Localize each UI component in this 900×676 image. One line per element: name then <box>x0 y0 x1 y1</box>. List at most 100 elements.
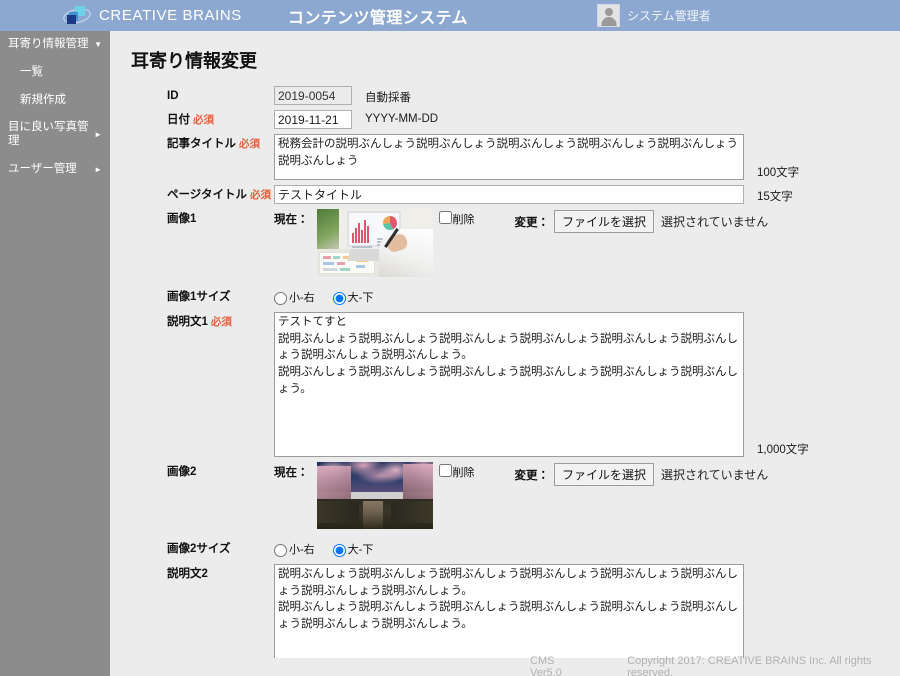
user-name-label: システム管理者 <box>627 9 711 23</box>
label-image2-size: 画像2サイズ <box>167 539 274 556</box>
user-avatar-icon <box>597 4 620 27</box>
image1-delete-checkbox[interactable] <box>438 211 452 224</box>
form-row-article-title: 記事タイトル 必須 税務会計の説明ぶんしょう説明ぶんしょう説明ぶんしょう説明ぶんし… <box>110 134 900 180</box>
image1-choose-file-button[interactable]: ファイルを選択 <box>554 210 655 233</box>
image2-current-label: 現在： <box>274 467 309 479</box>
image1-size-label-small: 小-右 <box>289 292 315 304</box>
image2-file-status: 選択されていません <box>661 468 769 482</box>
form-row-date: 日付必須 YYYY-MM-DD <box>110 110 900 129</box>
chevron-right-icon: ► <box>94 130 102 140</box>
image2-choose-file-button[interactable]: ファイルを選択 <box>554 463 655 486</box>
date-format-hint: YYYY-MM-DD <box>365 113 439 125</box>
sidebar-item-label: 耳寄り情報管理 <box>8 38 89 50</box>
image1-change-label: 変更： <box>514 216 550 229</box>
sidebar-item-label: 新規作成 <box>20 93 66 106</box>
image1-change-control: 変更： ファイルを選択 選択されていません <box>514 209 769 233</box>
image1-current-label: 現在： <box>274 214 309 226</box>
sidebar-item-label: ユーザー管理 <box>8 162 77 175</box>
page-title-input[interactable] <box>274 185 744 204</box>
image2-size-label-small: 小-右 <box>289 544 315 556</box>
form-row-desc1: 説明文1 必須 テストてすと 説明ぶんしょう説明ぶんしょう説明ぶんしょう説明ぶんし… <box>110 312 900 457</box>
label-article-title-text: 記事タイトル <box>167 138 236 150</box>
id-input[interactable] <box>274 86 352 105</box>
form-row-desc2: 説明文2 説明ぶんしょう説明ぶんしょう説明ぶんしょう説明ぶんしょう説明ぶんしょう… <box>110 564 900 668</box>
label-page-title: ページタイトル 必須 <box>167 185 274 202</box>
image1-size-radio-group: 小-右 大-下 <box>274 287 391 305</box>
image2-size-option-large-bottom[interactable]: 大-下 <box>332 541 374 557</box>
page-footer: CMS Ver5.0 Copyright 2017: CREATIVE BRAI… <box>110 655 900 676</box>
image2-size-label-large: 大-下 <box>347 544 374 556</box>
label-desc1: 説明文1 必須 <box>167 312 274 329</box>
creative-brains-logo-icon <box>61 5 93 27</box>
image1-size-radio-large[interactable] <box>332 292 346 305</box>
label-image1: 画像1 <box>167 209 274 226</box>
label-desc2: 説明文2 <box>167 564 274 581</box>
image2-delete-control[interactable]: 削除 <box>438 462 475 480</box>
sidebar-item-list[interactable]: 一覧 <box>0 59 110 87</box>
image2-size-option-small-right[interactable]: 小-右 <box>274 541 315 557</box>
required-badge: 必須 <box>250 189 272 201</box>
label-date-text: 日付 <box>167 114 190 126</box>
user-account-area[interactable]: システム管理者 <box>597 4 711 27</box>
label-image2-text: 画像2 <box>167 466 197 478</box>
image1-thumbnail <box>316 209 433 277</box>
label-id: ID <box>167 86 274 103</box>
image2-thumbnail <box>316 462 433 529</box>
image1-size-option-large-bottom[interactable]: 大-下 <box>332 289 374 305</box>
image1-size-label-large: 大-下 <box>347 292 374 304</box>
label-image1-text: 画像1 <box>167 213 197 225</box>
label-id-text: ID <box>167 90 179 102</box>
desc2-textarea[interactable]: 説明ぶんしょう説明ぶんしょう説明ぶんしょう説明ぶんしょう説明ぶんしょう説明ぶんし… <box>274 564 744 668</box>
image1-delete-control[interactable]: 削除 <box>438 209 475 227</box>
label-image1-size: 画像1サイズ <box>167 287 274 304</box>
required-badge: 必須 <box>239 138 260 150</box>
article-title-counter: 100文字 <box>757 167 800 179</box>
sidebar-item-user-management[interactable]: ユーザー管理 ► <box>0 156 110 184</box>
sidebar-item-label: 目に良い写真管理 <box>8 121 89 148</box>
form-row-page-title: ページタイトル必須 15文字 <box>110 185 900 204</box>
form-row-image2: 画像2 現在： 削除 変更： ファイルを選択 選択されていません <box>110 462 900 529</box>
image1-size-option-small-right[interactable]: 小-右 <box>274 289 315 305</box>
image2-size-radio-large[interactable] <box>332 544 346 557</box>
sidebar-navigation: 耳寄り情報管理 ▼ 一覧 新規作成 目に良い写真管理 ► ユーザー管理 ► <box>0 31 110 676</box>
form-row-id: ID 自動採番 <box>110 86 900 105</box>
id-hint: 自動採番 <box>365 92 411 104</box>
sidebar-item-photo-management[interactable]: 目に良い写真管理 ► <box>0 114 110 156</box>
desc1-textarea[interactable]: テストてすと 説明ぶんしょう説明ぶんしょう説明ぶんしょう説明ぶんしょう説明ぶんし… <box>274 312 744 457</box>
label-article-title: 記事タイトル 必須 <box>167 134 274 151</box>
sidebar-item-mimiyori-management[interactable]: 耳寄り情報管理 ▼ <box>0 31 110 59</box>
date-input[interactable] <box>274 110 352 129</box>
image1-file-status: 選択されていません <box>661 215 769 229</box>
image2-change-control: 変更： ファイルを選択 選択されていません <box>514 462 769 486</box>
mimiyori-edit-form: ID 自動採番 日付必須 YYYY-MM-DD <box>110 86 900 668</box>
chevron-down-icon: ▼ <box>94 40 102 50</box>
required-badge: 必須 <box>210 316 232 328</box>
label-image2: 画像2 <box>167 462 274 479</box>
chevron-right-icon: ► <box>94 165 102 175</box>
label-desc2-text: 説明文2 <box>167 568 208 580</box>
image2-size-radio-small[interactable] <box>274 544 287 557</box>
brand-name: CREATIVE BRAINS <box>99 7 242 24</box>
image2-change-label: 変更： <box>514 469 550 482</box>
label-page-title-text: ページタイトル <box>167 189 248 201</box>
article-title-textarea[interactable]: 税務会計の説明ぶんしょう説明ぶんしょう説明ぶんしょう説明ぶんしょう説明ぶんしょう… <box>274 134 744 180</box>
brand-logo-area[interactable]: CREATIVE BRAINS <box>61 5 242 27</box>
required-badge: 必須 <box>193 114 214 126</box>
form-row-image1-size: 画像1サイズ 小-右 大-下 <box>110 287 900 305</box>
form-row-image1: 画像1 現在： 削除 変更： ファイルを選択 選択されていません <box>110 209 900 277</box>
sidebar-item-new-create[interactable]: 新規作成 <box>0 87 110 115</box>
page-title: 耳寄り情報変更 <box>131 51 257 71</box>
form-row-image2-size: 画像2サイズ 小-右 大-下 <box>110 539 900 557</box>
copyright-label: Copyright 2017: CREATIVE BRAINS Inc. All… <box>627 655 872 676</box>
application-title: コンテンツ管理システム <box>287 9 468 27</box>
label-image1-size-text: 画像1サイズ <box>167 291 231 303</box>
image2-size-radio-group: 小-右 大-下 <box>274 539 391 557</box>
sidebar-item-label: 一覧 <box>20 65 43 78</box>
page-header: CREATIVE BRAINS コンテンツ管理システム システム管理者 <box>0 0 900 31</box>
image1-delete-label: 削除 <box>452 214 475 226</box>
page-title-counter: 15文字 <box>757 191 793 203</box>
image1-size-radio-small[interactable] <box>274 292 287 305</box>
image2-delete-checkbox[interactable] <box>438 464 452 477</box>
cms-application-window: CREATIVE BRAINS コンテンツ管理システム システム管理者 耳寄り情… <box>0 0 900 676</box>
label-desc1-text: 説明文1 <box>167 316 208 328</box>
